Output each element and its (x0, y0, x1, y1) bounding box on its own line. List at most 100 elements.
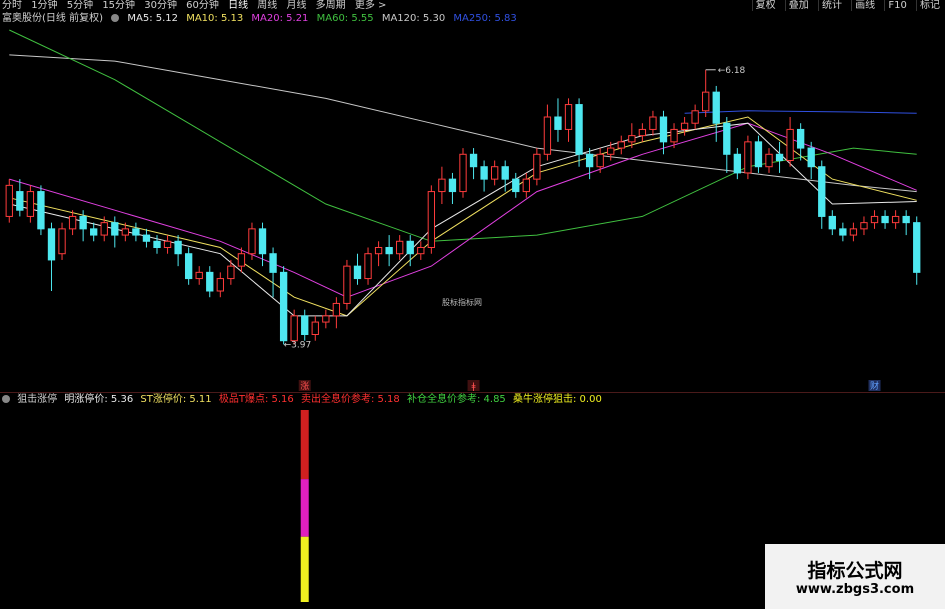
ma10-line (9, 116, 917, 317)
candle (870, 210, 879, 229)
candle-body (16, 191, 24, 211)
ind-v4: 卖出全息价参考: 5.18 (300, 394, 400, 405)
candle-body (132, 228, 140, 236)
candle (5, 179, 13, 223)
candle (90, 222, 98, 242)
candle (448, 172, 457, 204)
ind-v6: 桑牛涨停狙击: 0.00 (513, 394, 602, 405)
candle (37, 185, 45, 236)
candle-body (512, 178, 520, 193)
watermark-logo: 指标公式网 www.zbgs3.com (765, 544, 945, 609)
indicator-settings-icon[interactable] (2, 395, 10, 403)
candle-body (163, 240, 172, 249)
candle (301, 309, 309, 341)
candle (543, 104, 552, 161)
candle (881, 210, 889, 229)
candle (248, 222, 256, 260)
candle-body (828, 215, 836, 230)
candle (16, 179, 24, 217)
candle (216, 272, 224, 298)
candle-body (891, 215, 900, 224)
candle (839, 222, 847, 242)
signal-bar (300, 410, 309, 602)
indicator-legend: 狙击涨停 明涨停价: 5.36 ST涨停价: 5.11 极品T爆点: 5.16 … (2, 394, 606, 406)
candle (438, 166, 446, 204)
candle-body (902, 215, 910, 224)
candle-body (374, 247, 383, 255)
candle-body (195, 271, 203, 280)
candle (913, 216, 921, 285)
pane-separator (0, 392, 945, 393)
signal-segment (300, 410, 309, 480)
candle-body (459, 153, 467, 193)
ind-v2: ST涨停价: 5.11 (140, 394, 212, 405)
low-label: ←3.97 (284, 340, 312, 350)
candle (343, 259, 351, 310)
candle (490, 160, 499, 186)
candle-body (427, 191, 436, 248)
candle-body (670, 128, 678, 143)
candle-body (438, 178, 446, 193)
candle-body (849, 228, 858, 236)
candle-body (870, 215, 879, 224)
candle-body (90, 228, 98, 236)
candle (765, 148, 773, 173)
candle-body (659, 116, 668, 143)
high-label: ←6.18 (718, 66, 746, 76)
candle-body (754, 141, 763, 168)
candle (554, 98, 562, 142)
candle-body (26, 191, 35, 217)
candle-body (501, 166, 509, 180)
candle-body (248, 228, 256, 255)
candle-body (543, 116, 552, 155)
candle-body (775, 153, 784, 162)
candle (723, 117, 731, 173)
candle-body (480, 166, 488, 180)
candle (828, 210, 836, 236)
candle-body (227, 265, 235, 280)
candle (374, 241, 383, 267)
candle-body (490, 166, 499, 180)
candle-body (723, 122, 731, 155)
candle-body (322, 315, 330, 323)
candle (585, 148, 594, 180)
candle (417, 241, 425, 260)
candle (512, 172, 520, 198)
candle (427, 185, 436, 254)
candle-body (596, 153, 604, 168)
candle-body (522, 178, 530, 193)
candle-body (290, 315, 298, 342)
candle (733, 148, 742, 180)
candle-body (111, 222, 119, 236)
candle-body (913, 222, 921, 273)
candle (818, 160, 826, 229)
candle-body (744, 141, 752, 174)
candle-body (839, 228, 847, 236)
candle (364, 247, 372, 285)
candle (227, 259, 235, 285)
candle (617, 135, 625, 155)
candle-body (585, 153, 594, 168)
candle (860, 216, 868, 236)
candle-body (47, 228, 56, 261)
candle (891, 210, 900, 229)
watermark-url: www.zbgs3.com (795, 582, 915, 597)
candle-body (311, 321, 319, 336)
candle (68, 210, 77, 236)
candle-body (712, 91, 720, 124)
candle (269, 247, 277, 298)
candle (744, 135, 752, 180)
candle-body (628, 135, 636, 143)
candle (702, 69, 710, 117)
candle (26, 185, 35, 223)
candle-body (554, 116, 562, 130)
candle-body (385, 247, 393, 255)
ind-v5: 补仓全息价参考: 4.85 (406, 394, 506, 405)
candle (163, 235, 172, 254)
candle (206, 266, 214, 298)
candle-body (448, 178, 457, 193)
candle-body (881, 215, 889, 224)
candle (796, 123, 805, 161)
signal-segment (300, 479, 309, 537)
candle-body (607, 147, 615, 155)
